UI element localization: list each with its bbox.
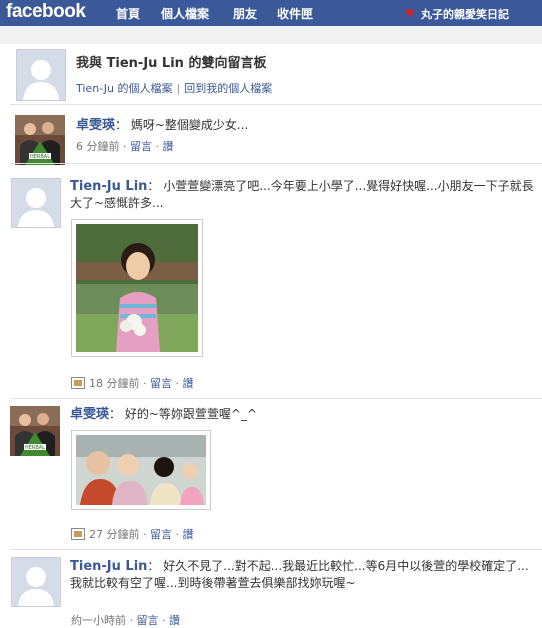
user-photo-icon: HERBAL [15, 115, 65, 165]
avatar-zhuo[interactable]: HERBAL [10, 406, 60, 456]
meta-dot: · [123, 140, 127, 153]
attached-photo[interactable] [71, 430, 211, 510]
meta-dot: · [129, 614, 134, 627]
like-link[interactable]: 讚 [183, 377, 194, 390]
avatar-tien-ju[interactable] [11, 557, 61, 607]
default-avatar-icon [17, 50, 65, 100]
post-body: 卓雯瑛： 好的~等妳跟萱萱喔^_^ [70, 406, 530, 423]
post-timestamp: 27 分鐘前 [89, 528, 140, 541]
post-meta: 27 分鐘前 · 留言 · 讚 [71, 526, 194, 542]
like-link[interactable]: 讚 [169, 614, 180, 627]
meta-dot: · [162, 614, 166, 627]
header-band [0, 26, 542, 44]
profile-link[interactable]: Tien-Ju 的個人檔案 [76, 82, 172, 95]
post-meta: 6 分鐘前 · 留言 · 讚 [76, 138, 174, 154]
post-message: 媽呀~整個變成少女... [130, 118, 249, 132]
back-to-my-profile-link[interactable]: 回到我的個人檔案 [184, 82, 272, 95]
post-message: 好的~等妳跟萱萱喔^_^ [124, 407, 258, 421]
breadcrumb: Tien-Ju 的個人檔案 | 回到我的個人檔案 [76, 80, 272, 96]
divider [10, 549, 542, 550]
family-photo [76, 435, 206, 505]
meta-dot: · [175, 377, 180, 390]
default-avatar-icon [12, 558, 60, 606]
profile-avatar[interactable] [16, 49, 66, 101]
post-meta: 18 分鐘前 · 留言 · 讚 [71, 375, 194, 391]
nav-profile[interactable]: 個人檔案 [161, 5, 209, 22]
comment-link[interactable]: 留言 [130, 140, 152, 153]
photo-attachment-icon [71, 377, 85, 389]
blog-link[interactable]: 丸子的親愛笑日記 [421, 6, 509, 22]
girl-with-flowers-photo [76, 224, 198, 352]
comment-link[interactable]: 留言 [137, 614, 159, 627]
post-author-link[interactable]: Tien-Ju Lin [70, 179, 147, 194]
divider [10, 104, 542, 105]
meta-dot: · [143, 528, 147, 541]
post-timestamp: 6 分鐘前 [76, 140, 120, 153]
meta-dot: · [155, 140, 160, 153]
comment-link[interactable]: 留言 [150, 528, 172, 541]
avatar-badge: HERBAL [25, 445, 45, 451]
author-colon: ： [147, 559, 160, 573]
meta-dot: · [175, 528, 180, 541]
author-colon: ： [147, 179, 160, 193]
avatar-tien-ju[interactable] [11, 178, 61, 228]
nav-inbox[interactable]: 收件匣 [277, 5, 313, 22]
post-timestamp: 約一小時前 [71, 614, 126, 627]
post-meta: 約一小時前 · 留言 · 讚 [71, 612, 180, 628]
like-link[interactable]: 讚 [183, 528, 194, 541]
divider [10, 398, 542, 399]
author-colon: ： [109, 407, 122, 421]
avatar-badge: HERBAL [30, 154, 50, 160]
post-body: Tien-Ju Lin： 小萱萱變漂亮了吧...今年要上小學了...覺得好快喔.… [70, 178, 538, 212]
like-link[interactable]: 讚 [163, 140, 174, 153]
heart-icon: ♥ [405, 7, 415, 20]
user-photo-icon: HERBAL [10, 406, 60, 456]
post-author-link[interactable]: 卓雯瑛 [76, 118, 115, 133]
default-avatar-icon [12, 179, 60, 227]
facebook-logo[interactable]: facebook [6, 1, 86, 23]
attached-photo[interactable] [71, 219, 203, 357]
post-timestamp: 18 分鐘前 [89, 377, 140, 390]
photo-attachment-icon [71, 528, 85, 540]
nav-home[interactable]: 首頁 [116, 5, 140, 22]
post-author-link[interactable]: 卓雯瑛 [70, 407, 109, 422]
comment-link[interactable]: 留言 [150, 377, 172, 390]
author-colon: ： [115, 118, 128, 132]
nav-friends[interactable]: 朋友 [233, 5, 257, 22]
meta-dot: · [143, 377, 147, 390]
page-title: 我與 Tien-Ju Lin 的雙向留言板 [76, 56, 267, 71]
post-author-link[interactable]: Tien-Ju Lin [70, 559, 147, 574]
divider [10, 163, 542, 164]
link-separator: | [176, 82, 181, 95]
avatar-zhuo[interactable]: HERBAL [15, 115, 65, 165]
post-body: Tien-Ju Lin： 好久不見了...對不起...我最近比較忙...等6月中… [70, 558, 538, 592]
top-navigation-bar: facebook 首頁 個人檔案 朋友 收件匣 ♥ 丸子的親愛笑日記 [0, 0, 542, 26]
post-body: 卓雯瑛： 媽呀~整個變成少女... [76, 117, 526, 134]
